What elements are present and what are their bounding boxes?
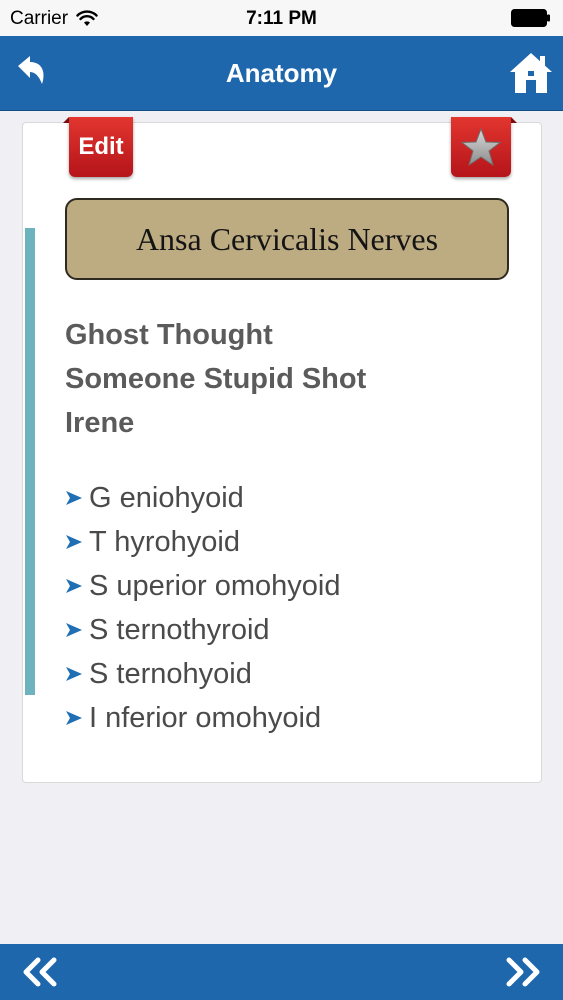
star-icon	[460, 127, 502, 167]
edit-label: Edit	[78, 133, 124, 160]
bottom-nav-bar	[0, 944, 563, 1000]
edit-button[interactable]: Edit	[63, 117, 133, 177]
list-item: I nferior omohyoid	[65, 696, 340, 740]
list-item-text: I nferior omohyoid	[89, 701, 322, 734]
card-title-text: Ansa Cervicalis Nerves	[135, 220, 439, 257]
mnemonic-card: Edit Ansa Cervicalis Nerves Ghost Though…	[22, 117, 542, 783]
favorite-button[interactable]	[451, 117, 517, 177]
arrow-bullet-icon	[66, 623, 82, 637]
list-item-text: S ternohyoid	[89, 657, 252, 690]
arrow-bullet-icon	[66, 579, 82, 593]
status-time: 7:11 PM	[246, 8, 317, 29]
mnemonic-line: Irene	[65, 407, 135, 439]
list-item-text: S uperior omohyoid	[89, 569, 341, 602]
double-chevron-left-icon[interactable]	[18, 956, 62, 988]
arrow-bullet-icon	[66, 711, 82, 725]
status-bar: Carrier 7:11 PM	[0, 0, 563, 36]
list-item-text: S ternothyroid	[89, 613, 270, 646]
list-item: G eniohyoid	[65, 476, 340, 520]
arrow-bullet-icon	[66, 535, 82, 549]
list-item: S ternohyoid	[65, 652, 340, 696]
arrow-bullet-icon	[66, 667, 82, 681]
mnemonic-items-list: G eniohyoid T hyrohyoid S uperior omohyo…	[65, 476, 340, 740]
mnemonic-phrase: Ghost Thought Someone Stupid Shot Irene	[65, 313, 485, 445]
battery-icon	[511, 9, 550, 27]
card-accent-bar	[25, 228, 35, 695]
home-icon[interactable]	[507, 50, 555, 96]
double-chevron-right-icon[interactable]	[501, 956, 545, 988]
mnemonic-line: Ghost Thought	[65, 319, 273, 351]
nav-bar: Anatomy	[0, 36, 563, 111]
list-item-text: G eniohyoid	[89, 481, 244, 514]
list-item: T hyrohyoid	[65, 520, 340, 564]
arrow-bullet-icon	[66, 491, 82, 505]
card-title: Ansa Cervicalis Nerves	[65, 198, 509, 280]
list-item-text: T hyrohyoid	[89, 525, 240, 558]
list-item: S ternothyroid	[65, 608, 340, 652]
mnemonic-line: Someone Stupid Shot	[65, 363, 367, 395]
list-item: S uperior omohyoid	[65, 564, 340, 608]
page-title: Anatomy	[225, 58, 338, 88]
